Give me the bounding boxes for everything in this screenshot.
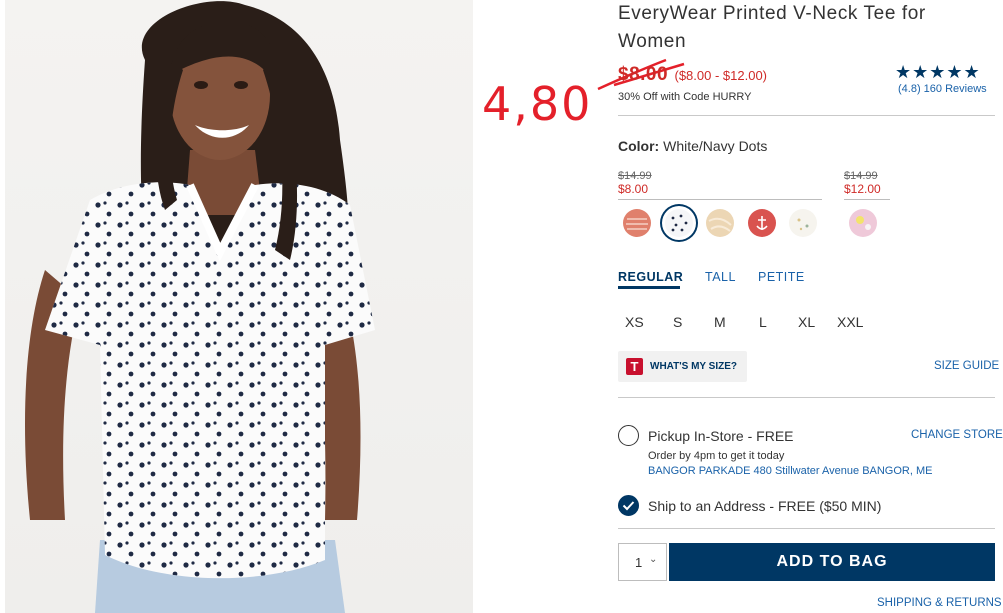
dots-pattern-icon: [671, 214, 688, 232]
size-option-xxl[interactable]: XXL: [837, 314, 863, 330]
change-store-link[interactable]: CHANGE STORE: [911, 429, 1003, 441]
chevron-down-icon: ⌄: [649, 554, 658, 565]
ship-radio[interactable]: [618, 495, 639, 516]
model-illustration: [25, 1, 375, 613]
pickup-label: Pickup In-Store - FREE: [648, 428, 794, 444]
group-sale-price: $12.00: [844, 182, 881, 196]
price-group-1-line: [618, 199, 822, 200]
floral-pattern-icon: [797, 218, 809, 231]
tab-tall[interactable]: TALL: [705, 270, 736, 284]
tab-petite[interactable]: PETITE: [758, 270, 805, 284]
tab-active-indicator: [618, 286, 680, 289]
product-title: EveryWear Printed V-Neck Tee for Women: [618, 3, 926, 52]
color-label: Color: White/Navy Dots: [618, 138, 767, 154]
size-option-xl[interactable]: XL: [798, 314, 815, 330]
swatch-white-navy-dots[interactable]: [665, 209, 693, 237]
checkmark-icon: [622, 501, 635, 511]
swatch-white-floral[interactable]: [789, 209, 817, 237]
add-to-bag-button[interactable]: ADD TO BAG: [669, 543, 995, 581]
ship-to-address-label: Ship to an Address - FREE ($50 MIN): [648, 498, 882, 514]
price-group-1: $14.99 $8.00: [618, 170, 652, 196]
color-value: White/Navy Dots: [663, 138, 768, 154]
size-guide-link[interactable]: SIZE GUIDE: [934, 360, 999, 372]
color-label-key: Color:: [618, 138, 660, 154]
rating-stars-icon[interactable]: ★★★★★: [895, 62, 981, 83]
shipping-returns-link[interactable]: SHIPPING & RETURNS: [877, 597, 1002, 609]
whats-my-size-button[interactable]: T WHAT'S MY SIZE?: [618, 351, 747, 382]
size-option-xs[interactable]: XS: [625, 314, 644, 330]
anchor-icon: [756, 216, 768, 230]
tab-regular[interactable]: REGULAR: [618, 270, 683, 284]
swatch-beige-marble[interactable]: [706, 209, 734, 237]
annotation-price: 4,80: [482, 77, 593, 131]
product-image[interactable]: [5, 0, 473, 613]
true-fit-logo-icon: T: [626, 358, 643, 375]
size-option-m[interactable]: M: [714, 314, 726, 330]
marble-pattern-icon: [708, 217, 732, 232]
store-address-link[interactable]: BANGOR PARKADE 480 Stillwater Avenue BAN…: [648, 465, 932, 477]
swatch-coral-stripe[interactable]: [623, 209, 651, 237]
pink-yellow-pattern-icon: [856, 216, 871, 230]
promo-code-text: 30% Off with Code HURRY: [618, 91, 752, 103]
price-group-2-line: [844, 199, 890, 200]
size-option-s[interactable]: S: [673, 314, 682, 330]
divider: [618, 397, 995, 398]
size-option-l[interactable]: L: [759, 314, 767, 330]
stripe-pattern-icon: [626, 218, 648, 230]
divider: [618, 115, 995, 116]
reviews-link[interactable]: (4.8) 160 Reviews: [898, 83, 987, 95]
sale-price: $8.00: [618, 64, 669, 85]
price-range: ($8.00 - $12.00): [674, 68, 768, 83]
price-row: $8.00 ($8.00 - $12.00): [618, 64, 767, 88]
price-group-2: $14.99 $12.00: [844, 170, 881, 196]
swatch-pink-yellow[interactable]: [849, 209, 877, 237]
order-by-text: Order by 4pm to get it today: [648, 450, 785, 462]
pickup-radio[interactable]: [618, 425, 639, 446]
quantity-value: 1: [635, 555, 643, 570]
divider: [618, 528, 995, 529]
group-sale-price: $8.00: [618, 182, 649, 196]
quantity-select[interactable]: 1 ⌄: [618, 543, 667, 581]
whats-my-size-label: WHAT'S MY SIZE?: [650, 361, 738, 372]
swatch-red-anchor[interactable]: [748, 209, 776, 237]
